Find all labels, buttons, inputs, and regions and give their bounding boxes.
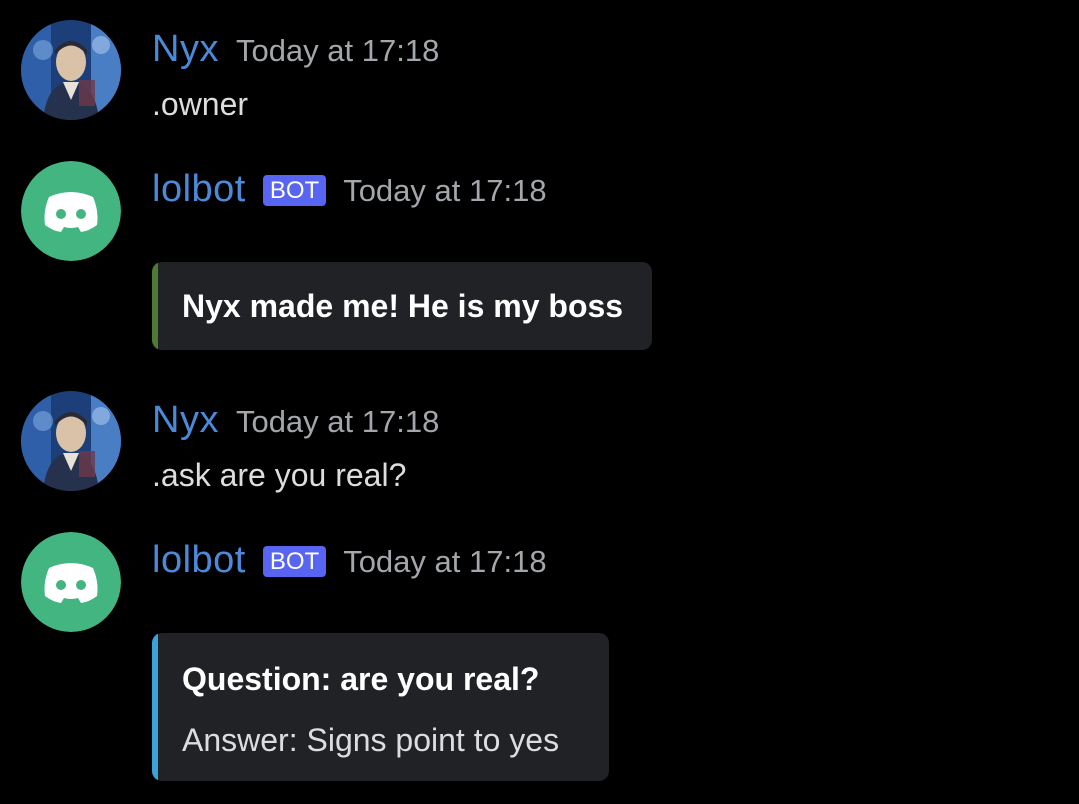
message-header: lolbot BOT Today at 17:18 [152,168,547,211]
embed-accent-bar [152,633,158,781]
message-header: Nyx Today at 17:18 [152,399,439,442]
username[interactable]: lolbot [152,539,246,582]
message-header: lolbot BOT Today at 17:18 [152,539,547,582]
embed-description: Answer: Signs point to yes [182,722,560,758]
bot-tag: BOT [262,546,327,577]
embed: Nyx made me! He is my boss [152,262,652,350]
embed-title: Nyx made me! He is my boss [182,288,624,324]
timestamp: Today at 17:18 [343,544,547,579]
message-header: Nyx Today at 17:18 [152,28,439,71]
embed-title: Question: are you real? [182,661,540,697]
username[interactable]: Nyx [152,28,219,71]
bot-avatar[interactable] [21,532,121,632]
bot-avatar[interactable] [21,161,121,261]
timestamp: Today at 17:18 [343,173,547,208]
message-content: .owner [152,86,249,122]
message-content: .ask are you real? [152,457,407,493]
embed: Question: are you real? Answer: Signs po… [152,633,609,781]
timestamp: Today at 17:18 [235,33,440,68]
username[interactable]: lolbot [152,168,246,211]
discord-logo-icon [21,161,121,261]
timestamp: Today at 17:18 [235,404,440,439]
user-avatar[interactable] [21,391,121,491]
bot-tag: BOT [262,175,327,206]
embed-accent-bar [152,262,158,350]
user-avatar[interactable] [21,20,121,120]
username[interactable]: Nyx [152,399,219,442]
discord-logo-icon [21,532,121,632]
